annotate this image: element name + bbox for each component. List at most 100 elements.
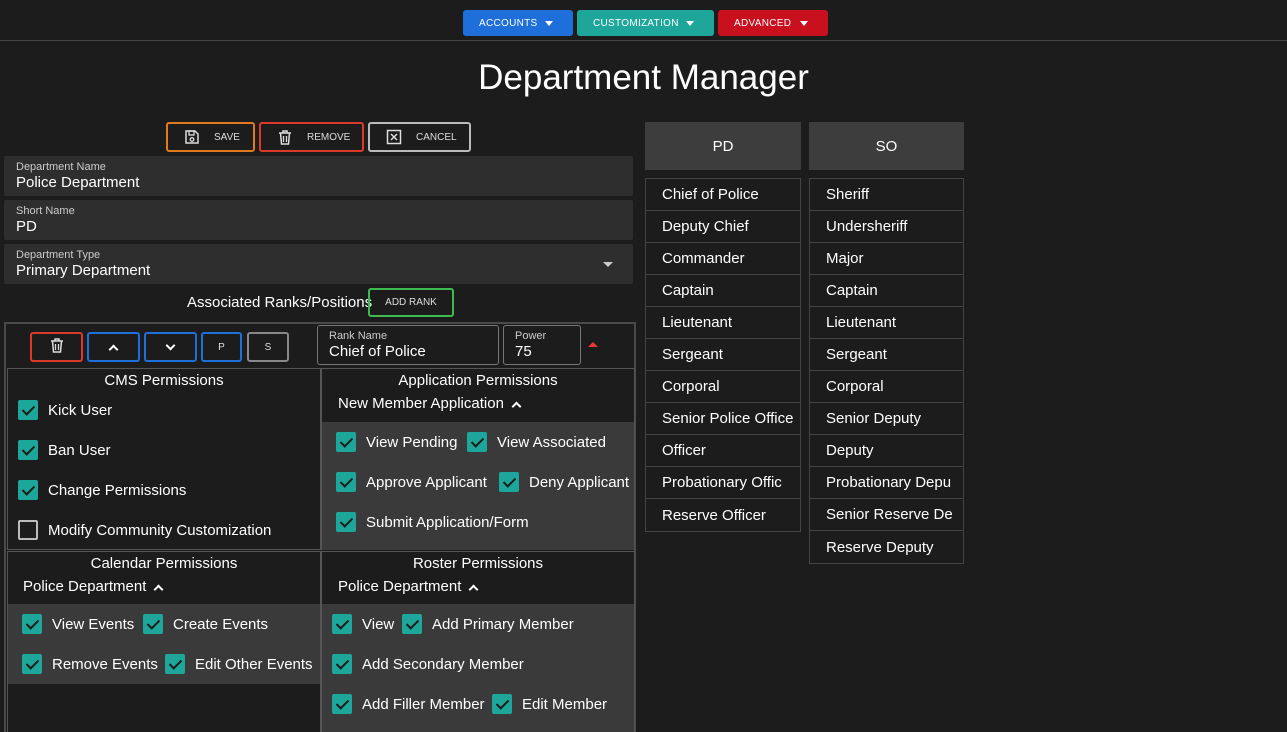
checkbox-submit-application[interactable]: Submit Application/Form <box>336 512 529 532</box>
checkbox-checked-icon <box>332 654 352 674</box>
so-rank-item[interactable]: Sheriff <box>810 179 963 211</box>
checkbox-modify-community-customization[interactable]: Modify Community Customization <box>18 520 271 540</box>
calendar-department-toggle[interactable]: Police Department <box>23 578 164 595</box>
so-rank-item[interactable]: Corporal <box>810 371 963 403</box>
checkbox-label: Submit Application/Form <box>366 513 529 531</box>
advanced-menu-button[interactable]: ADVANCED <box>718 10 828 36</box>
checkbox-checked-icon <box>22 614 42 634</box>
checkbox-checked-icon <box>143 614 163 634</box>
so-rank-item[interactable]: Sergeant <box>810 339 963 371</box>
chevron-up-icon <box>511 401 522 411</box>
roster-permissions-panel: Roster Permissions Police Department Vie… <box>321 551 635 732</box>
checkbox-change-permissions[interactable]: Change Permissions <box>18 480 186 500</box>
checkbox-checked-icon <box>18 480 38 500</box>
secondary-button[interactable]: S <box>247 332 289 362</box>
so-rank-item[interactable]: Lieutenant <box>810 307 963 339</box>
application-permissions-panel: Application Permissions New Member Appli… <box>321 368 635 550</box>
short-name-label: Short Name <box>16 205 75 217</box>
accounts-menu-button[interactable]: ACCOUNTS <box>463 10 573 36</box>
checkbox-edit-other-events[interactable]: Edit Other Events <box>165 654 313 674</box>
checkbox-approve-applicant[interactable]: Approve Applicant <box>336 472 487 492</box>
pd-rank-item[interactable]: Sergeant <box>646 339 800 371</box>
department-type-select[interactable]: Department Type Primary Department <box>4 244 633 284</box>
remove-button[interactable]: REMOVE <box>259 122 364 152</box>
move-rank-down-button[interactable] <box>144 332 197 362</box>
so-rank-item[interactable]: Major <box>810 243 963 275</box>
checkbox-add-filler-member[interactable]: Add Filler Member <box>332 694 485 714</box>
cancel-button-label: CANCEL <box>416 131 457 143</box>
save-button[interactable]: SAVE <box>166 122 255 152</box>
checkbox-label: Edit Member <box>522 695 608 713</box>
power-value: 75 <box>515 343 532 360</box>
department-type-value: Primary Department <box>16 262 151 279</box>
checkbox-add-primary-member[interactable]: Add Primary Member <box>402 614 574 634</box>
department-name-label: Department Name <box>16 161 106 173</box>
rank-name-label: Rank Name <box>329 330 388 342</box>
delete-rank-button[interactable] <box>30 332 83 362</box>
checkbox-checked-icon <box>499 472 519 492</box>
so-rank-item[interactable]: Senior Deputy <box>810 403 963 435</box>
rank-name-input[interactable]: Rank Name Chief of Police <box>317 325 499 365</box>
rank-name-value: Chief of Police <box>329 343 426 360</box>
calendar-permissions-body: View Events Create Events Remove Events … <box>8 604 320 684</box>
pd-rank-item[interactable]: Probationary Offic <box>646 467 800 499</box>
add-rank-button[interactable]: ADD RANK <box>368 288 454 317</box>
checkbox-kick-user[interactable]: Kick User <box>18 400 112 420</box>
pd-rank-item[interactable]: Captain <box>646 275 800 307</box>
checkbox-checked-icon <box>336 472 356 492</box>
checkbox-view-associated[interactable]: View Associated <box>467 432 606 452</box>
floppy-disk-icon <box>184 129 200 145</box>
pd-rank-item[interactable]: Commander <box>646 243 800 275</box>
checkbox-remove-events[interactable]: Remove Events <box>22 654 158 674</box>
so-rank-item[interactable]: Senior Reserve De <box>810 499 963 531</box>
customization-menu-button[interactable]: CUSTOMIZATION <box>577 10 714 36</box>
associated-ranks-label: Associated Ranks/Positions <box>187 294 373 311</box>
checkbox-create-events[interactable]: Create Events <box>143 614 268 634</box>
checkbox-edit-member[interactable]: Edit Member <box>492 694 607 714</box>
checkbox-label: Add Filler Member <box>362 695 485 713</box>
pd-rank-item[interactable]: Lieutenant <box>646 307 800 339</box>
pd-department-tab[interactable]: PD <box>645 122 801 170</box>
checkbox-label: View <box>362 615 395 633</box>
cms-permissions-panel: CMS Permissions Kick User Ban User Chang… <box>7 368 321 550</box>
so-rank-item[interactable]: Undersheriff <box>810 211 963 243</box>
chevron-down-icon <box>165 340 176 350</box>
checkbox-deny-applicant[interactable]: Deny Applicant <box>499 472 629 492</box>
power-input[interactable]: Power 75 <box>503 325 581 365</box>
so-department-tab[interactable]: SO <box>809 122 964 170</box>
so-rank-list: Sheriff Undersheriff Major Captain Lieut… <box>809 178 964 564</box>
collapse-triangle-icon[interactable] <box>588 342 598 347</box>
short-name-field[interactable]: Short Name PD <box>4 200 633 240</box>
checkbox-add-secondary-member[interactable]: Add Secondary Member <box>332 654 524 674</box>
move-rank-up-button[interactable] <box>87 332 140 362</box>
checkbox-checked-icon <box>18 400 38 420</box>
calendar-permissions-title: Calendar Permissions <box>90 555 238 572</box>
so-rank-item[interactable]: Captain <box>810 275 963 307</box>
so-rank-item[interactable]: Probationary Depu <box>810 467 963 499</box>
pd-rank-item[interactable]: Officer <box>646 435 800 467</box>
checkbox-label: Modify Community Customization <box>48 521 272 539</box>
checkbox-view-events[interactable]: View Events <box>22 614 134 634</box>
pd-rank-item[interactable]: Chief of Police <box>646 179 800 211</box>
primary-button[interactable]: P <box>201 332 242 362</box>
so-rank-item[interactable]: Reserve Deputy <box>810 531 963 563</box>
checkbox-ban-user[interactable]: Ban User <box>18 440 111 460</box>
pd-rank-item[interactable]: Reserve Officer <box>646 499 800 531</box>
pd-rank-item[interactable]: Corporal <box>646 371 800 403</box>
checkbox-view-pending[interactable]: View Pending <box>336 432 457 452</box>
checkbox-checked-icon <box>22 654 42 674</box>
checkbox-label: Approve Applicant <box>366 473 487 491</box>
roster-department-toggle[interactable]: Police Department <box>338 578 479 595</box>
so-rank-item[interactable]: Deputy <box>810 435 963 467</box>
cancel-button[interactable]: CANCEL <box>368 122 471 152</box>
customization-menu-label: CUSTOMIZATION <box>593 17 679 29</box>
application-type-toggle[interactable]: New Member Application <box>338 395 522 412</box>
top-navbar: ACCOUNTS CUSTOMIZATION ADVANCED <box>0 0 1287 41</box>
checkbox-view[interactable]: View <box>332 614 394 634</box>
department-name-field[interactable]: Department Name Police Department <box>4 156 633 196</box>
checkbox-checked-icon <box>336 512 356 532</box>
accounts-menu-label: ACCOUNTS <box>479 17 538 29</box>
department-type-label: Department Type <box>16 249 101 261</box>
pd-rank-item[interactable]: Senior Police Office <box>646 403 800 435</box>
pd-rank-item[interactable]: Deputy Chief <box>646 211 800 243</box>
